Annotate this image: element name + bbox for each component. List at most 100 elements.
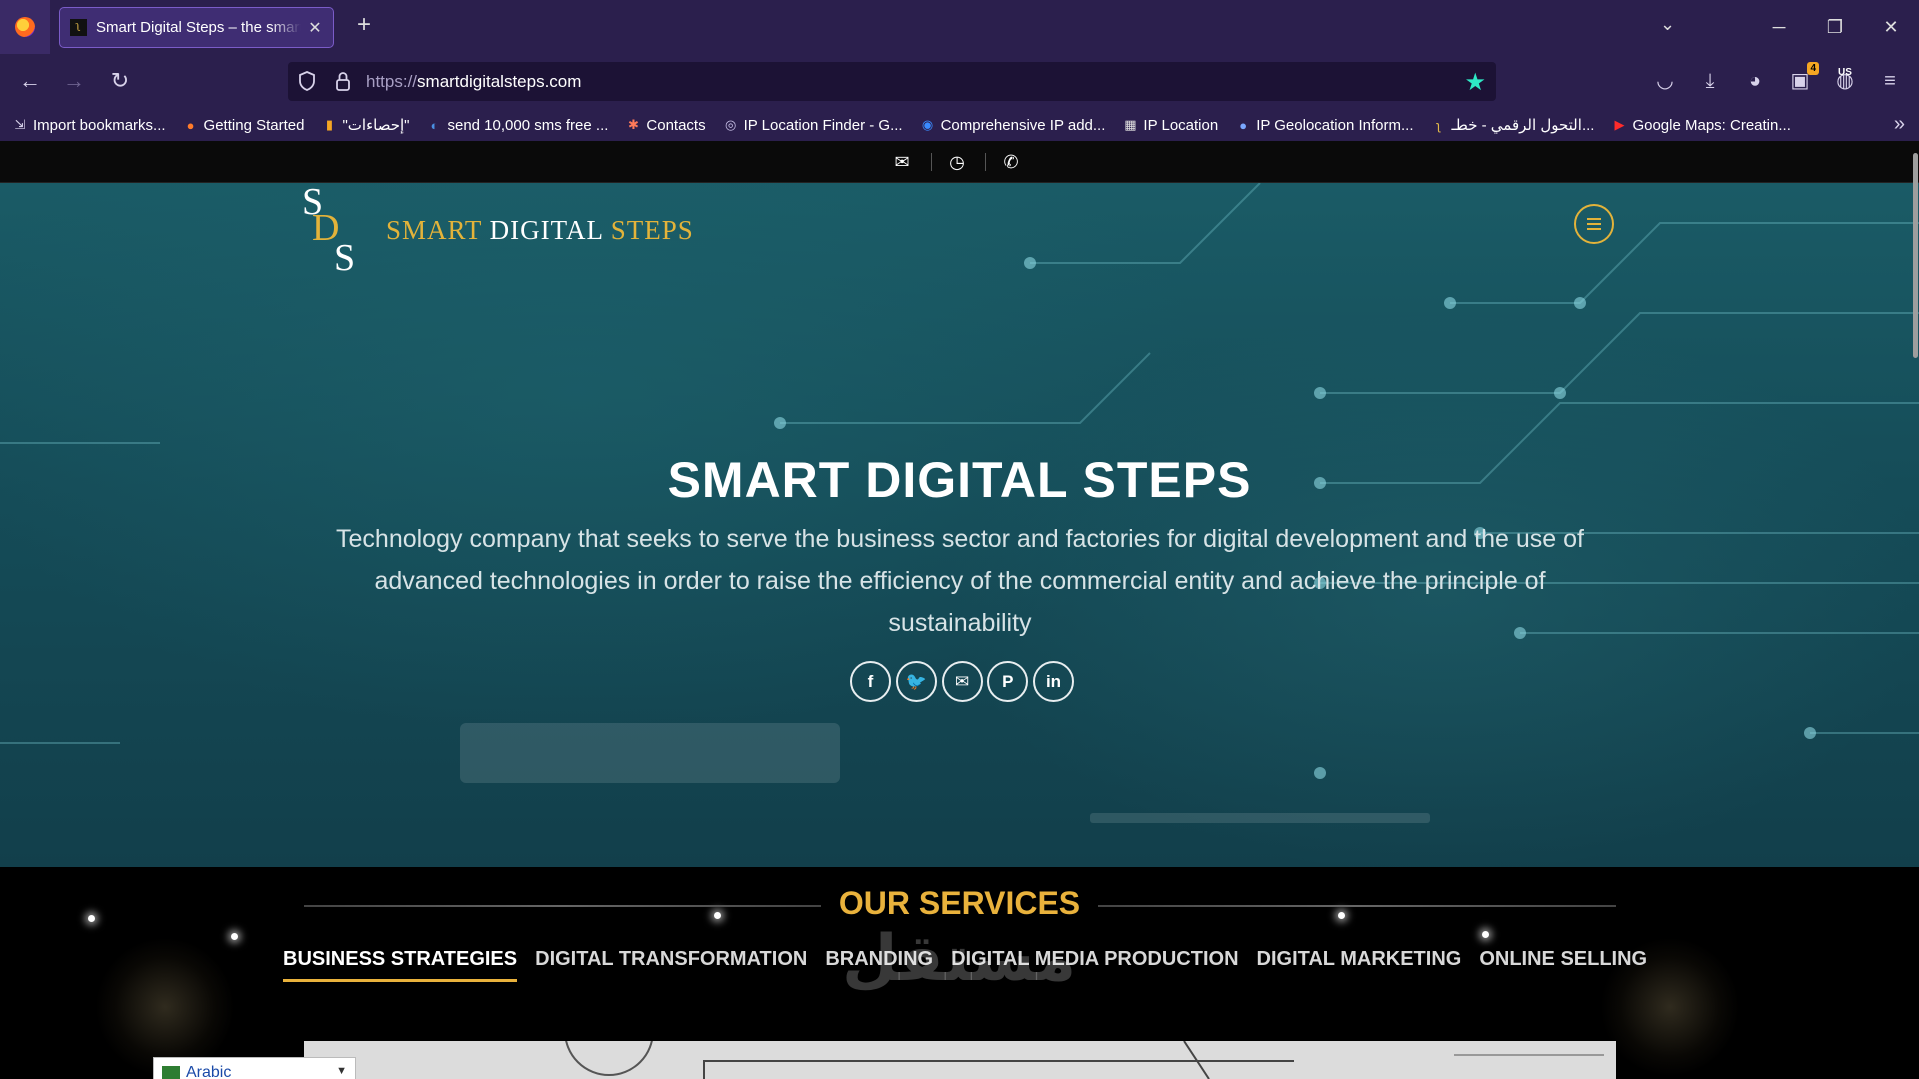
bookmark-label: "إحصاءات" — [342, 117, 410, 134]
flag-icon: ▦ — [1124, 117, 1137, 132]
globe-icon: ◎ — [724, 117, 737, 132]
stats-icon: ▮ — [325, 117, 334, 132]
bookmark-label: IP Geolocation Inform... — [1256, 116, 1414, 134]
service-tab[interactable]: DIGITAL TRANSFORMATION — [535, 948, 807, 982]
minimize-button[interactable]: ─ — [1751, 0, 1807, 54]
social-links: f 🐦 ✉ Pin — [850, 661, 1074, 703]
youtube-icon: ▶ — [1614, 117, 1625, 132]
services-title: OUR SERVICES — [838, 885, 1081, 921]
bookmark-label: التحول الرقمي - خطـ... — [1451, 117, 1595, 134]
watermark: مستقل — [842, 922, 1077, 996]
saudi-flag-icon — [162, 1066, 180, 1079]
hamburger-icon — [1587, 218, 1601, 230]
bookmark-label: IP Location — [1143, 116, 1219, 134]
logo-wordmark: SMART DIGITAL STEPS — [386, 215, 694, 246]
tab-list-chevron-icon[interactable]: ⌄ — [1660, 14, 1675, 35]
lock-icon[interactable] — [334, 70, 352, 92]
web-page: ✉ ◷ ✆ S D S SMART DIGITAL STEPS SMART DI… — [0, 141, 1919, 1079]
service-tab[interactable]: DIGITAL MARKETING — [1257, 948, 1462, 982]
restore-button[interactable]: ❐ — [1807, 0, 1863, 54]
language-selector[interactable]: Arabic ▼ — [153, 1057, 356, 1079]
bookmark-label: Getting Started — [203, 116, 305, 134]
logo-word-digital: DIGITAL — [489, 215, 603, 245]
pocket-icon[interactable]: ◡ — [1652, 68, 1678, 94]
services-section: OUR SERVICES BUSINESS STRATEGIES DIGITAL … — [0, 867, 1919, 1079]
reload-button[interactable]: ↻ — [104, 66, 136, 98]
tab-title: Smart Digital Steps – the smart — [96, 19, 301, 36]
logo-letter-s2: S — [334, 237, 356, 279]
bookmark-label: IP Location Finder - G... — [743, 116, 903, 134]
bookmark-label: Import bookmarks... — [33, 116, 166, 134]
site-logo[interactable]: S D S SMART DIGITAL STEPS — [300, 183, 693, 283]
bookmarks-toolbar: ⇲ Import bookmarks... ● Getting Started ▮ "إح… — [0, 109, 1919, 141]
search-icon: ◐ — [430, 117, 439, 133]
page-scrollbar[interactable] — [1911, 141, 1919, 1079]
browser-tab-bar: ʅ Smart Digital Steps – the smart ✕ + ⌄ … — [0, 0, 1919, 54]
bookmark-item[interactable]: ▦ IP Location — [1122, 117, 1218, 134]
import-icon: ⇲ — [14, 117, 26, 132]
twitter-icon[interactable]: 🐦 — [895, 661, 937, 702]
extension-badge: 4 — [1807, 62, 1819, 75]
bookmark-label: Google Maps: Creatin... — [1632, 116, 1791, 134]
bookmark-item[interactable]: ▶ Google Maps: Creatin... — [1611, 117, 1790, 134]
logo-word-steps: STEPS — [610, 215, 694, 245]
tracking-shield-icon[interactable] — [298, 71, 316, 91]
logo-word-smart: SMART — [386, 215, 482, 245]
contact-strip: ✉ ◷ ✆ — [0, 141, 1919, 183]
vpn-extension-icon[interactable]: ◍ US — [1832, 67, 1858, 94]
linkedin-icon[interactable]: in — [1033, 661, 1074, 702]
browser-tab-active[interactable]: ʅ Smart Digital Steps – the smart ✕ — [59, 7, 334, 48]
bookmark-item[interactable]: ◎ IP Location Finder - G... — [723, 117, 903, 134]
bookmark-item[interactable]: ◐ send 10,000 sms free ... — [426, 116, 609, 134]
firefox-icon — [15, 17, 35, 37]
bookmark-item[interactable]: ʅ التحول الرقمي - خطـ... — [1431, 116, 1595, 134]
phone-icon[interactable]: ✆ — [1000, 152, 1022, 172]
clock-icon[interactable]: ◷ — [946, 152, 968, 172]
sketch-illustration — [565, 1041, 1604, 1079]
extension-notification-icon[interactable]: ▣ 4 — [1787, 62, 1819, 94]
facebook-icon[interactable]: f — [850, 661, 891, 702]
service-tab[interactable]: BUSINESS STRATEGIES — [283, 948, 518, 982]
sparkle — [231, 933, 238, 940]
scroll-thumb[interactable] — [1913, 153, 1918, 358]
extension-globe-icon[interactable]: ◕ — [1742, 68, 1768, 94]
bookmark-item[interactable]: ● IP Geolocation Inform... — [1235, 117, 1413, 134]
bookmark-label: Comprehensive IP add... — [940, 116, 1106, 134]
background-glow — [95, 937, 235, 1077]
pin-icon: ● — [1239, 117, 1248, 133]
firefox-icon: ● — [186, 117, 195, 133]
firefox-menu-button[interactable] — [0, 0, 50, 54]
service-illustration — [304, 1041, 1616, 1079]
url-protocol: https:// — [366, 72, 418, 91]
chevron-down-icon: ▼ — [336, 1065, 347, 1077]
hamburger-menu-button[interactable] — [1574, 204, 1614, 244]
pinterest-icon[interactable]: P — [987, 661, 1029, 702]
bookmark-item[interactable]: ◉ Comprehensive IP add... — [920, 117, 1106, 134]
service-tab[interactable]: ONLINE SELLING — [1479, 948, 1647, 982]
tab-close-icon[interactable]: ✕ — [307, 18, 323, 38]
bookmark-label: send 10,000 sms free ... — [447, 116, 609, 134]
url-bar[interactable]: https://smartdigitalsteps.com ★ — [288, 62, 1496, 101]
sds-favicon-icon: ʅ — [1437, 117, 1440, 133]
language-label: Arabic — [186, 1063, 232, 1079]
forward-button[interactable]: → — [58, 66, 90, 98]
bookmark-item[interactable]: ▮ "إحصاءات" — [321, 116, 410, 134]
url-host: smartdigitalsteps.com — [417, 72, 582, 91]
url-text[interactable]: https://smartdigitalsteps.com — [366, 72, 581, 92]
locale-badge: US — [1838, 67, 1852, 78]
back-button[interactable]: ← — [14, 66, 46, 98]
email-icon[interactable]: ✉ — [941, 661, 983, 702]
app-menu-icon[interactable]: ≡ — [1877, 68, 1903, 94]
bookmark-item[interactable]: ● Getting Started — [183, 117, 305, 134]
bookmark-star-icon[interactable]: ★ — [1464, 68, 1486, 97]
close-window-button[interactable]: ✕ — [1863, 0, 1919, 54]
divider — [931, 153, 932, 171]
email-icon[interactable]: ✉ — [891, 152, 913, 172]
bookmark-item[interactable]: ⇲ Import bookmarks... — [12, 117, 166, 134]
bookmarks-overflow-icon[interactable]: » — [1894, 113, 1905, 136]
browser-nav-bar: ← → ↻ https://smartdigitalsteps.com ★ ◡ … — [0, 54, 1919, 109]
downloads-icon[interactable]: ⤓ — [1697, 68, 1723, 94]
bookmark-item[interactable]: ✱ Contacts — [625, 117, 706, 134]
hero-subtitle: Technology company that seeks to serve t… — [336, 525, 1584, 637]
new-tab-button[interactable]: + — [350, 12, 378, 40]
